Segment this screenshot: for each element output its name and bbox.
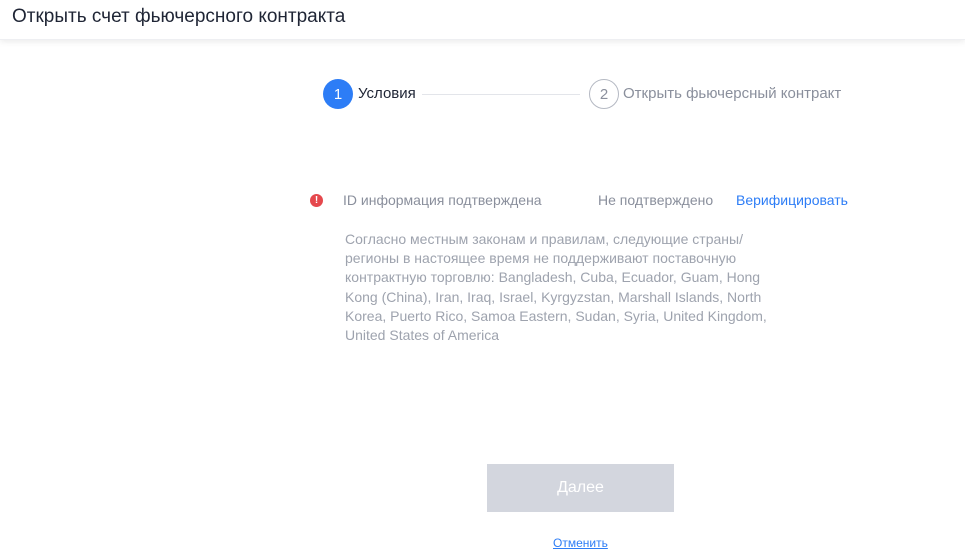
verify-link[interactable]: Верифицировать xyxy=(736,192,848,208)
id-verification-status: Не подтверждено xyxy=(598,192,714,208)
cancel-link[interactable]: Отменить xyxy=(553,536,608,550)
id-verification-label: ID информация подтверждена xyxy=(343,192,542,208)
stepper: 1 Условия 2 Открыть фьючерсный контракт xyxy=(323,79,863,111)
step-1-label: Условия xyxy=(358,85,416,102)
cancel-container: Отменить xyxy=(553,534,608,552)
step-2-indicator: 2 xyxy=(589,79,619,109)
alert-icon: ! xyxy=(310,194,323,207)
page-header: Открыть счет фьючерсного контракта xyxy=(0,0,965,40)
step-1-indicator: 1 xyxy=(323,79,353,109)
page-title: Открыть счет фьючерсного контракта xyxy=(12,6,346,27)
step-connector xyxy=(422,94,580,95)
restricted-regions-notice: Согласно местным законам и правилам, сле… xyxy=(345,231,767,344)
page: Открыть счет фьючерсного контракта 1 Усл… xyxy=(0,0,965,556)
next-button[interactable]: Далее xyxy=(487,464,674,512)
step-2-label: Открыть фьючерсный контракт xyxy=(623,85,842,102)
